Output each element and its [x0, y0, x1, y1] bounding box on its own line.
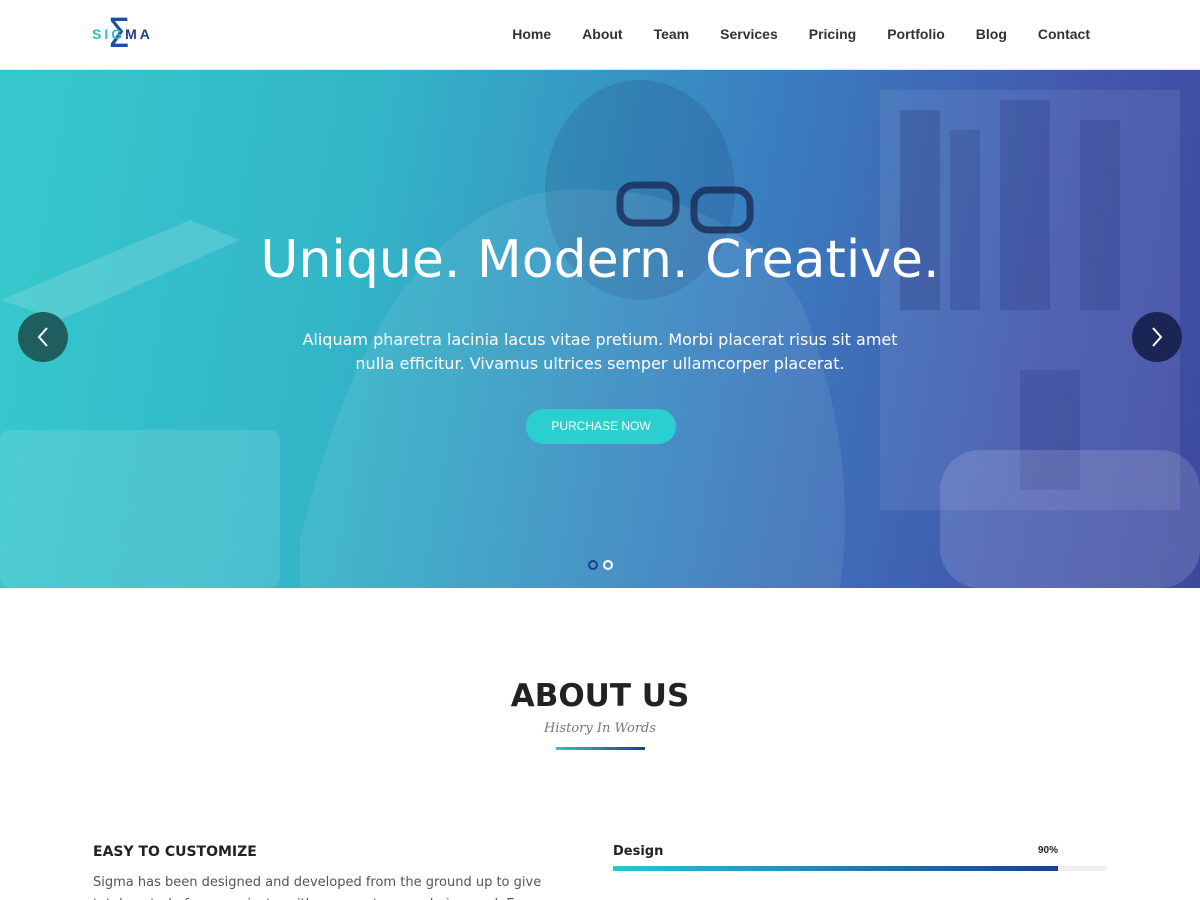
slider-dot-2[interactable]	[603, 560, 613, 570]
nav-item-portfolio[interactable]: Portfolio	[887, 25, 945, 43]
brand-logo[interactable]: Σ SIGMA	[92, 14, 156, 54]
chevron-right-icon	[1152, 327, 1163, 347]
nav-item-team[interactable]: Team	[654, 25, 690, 43]
nav-item-blog[interactable]: Blog	[976, 25, 1007, 43]
nav-item-contact[interactable]: Contact	[1038, 25, 1090, 43]
site-header: Σ SIGMA Home About Team Services Pricing…	[0, 0, 1200, 70]
hero-headline: Unique. Modern. Creative.	[260, 230, 940, 290]
skill-progress-fill	[613, 866, 1058, 871]
hero-slider: Unique. Modern. Creative. Aliquam pharet…	[0, 70, 1200, 588]
nav-item-services[interactable]: Services	[720, 25, 778, 43]
main-nav: Home About Team Services Pricing Portfol…	[481, 25, 1090, 43]
brand-name: SIGMA	[92, 26, 153, 42]
slider-prev-button[interactable]	[18, 312, 68, 362]
feature-title: EASY TO CUSTOMIZE	[93, 844, 257, 860]
about-title: ABOUT US	[510, 678, 690, 714]
nav-item-home[interactable]: Home	[512, 25, 551, 43]
chevron-left-icon	[37, 327, 48, 347]
slider-next-button[interactable]	[1132, 312, 1182, 362]
nav-item-pricing[interactable]: Pricing	[809, 25, 856, 43]
hero-text: Aliquam pharetra lacinia lacus vitae pre…	[302, 330, 898, 373]
skill-progress-bar	[613, 866, 1107, 871]
skill-label: Design	[613, 844, 664, 859]
feature-text: Sigma has been designed and developed fr…	[93, 875, 543, 900]
nav-item-about[interactable]: About	[582, 25, 622, 43]
skill-percent: 90%	[1038, 845, 1059, 856]
slider-pagination	[588, 560, 618, 570]
purchase-now-button[interactable]: PURCHASE NOW	[526, 409, 676, 444]
title-divider	[556, 747, 645, 750]
about-subtitle: History In Words	[543, 721, 657, 736]
slider-dot-1[interactable]	[588, 560, 598, 570]
